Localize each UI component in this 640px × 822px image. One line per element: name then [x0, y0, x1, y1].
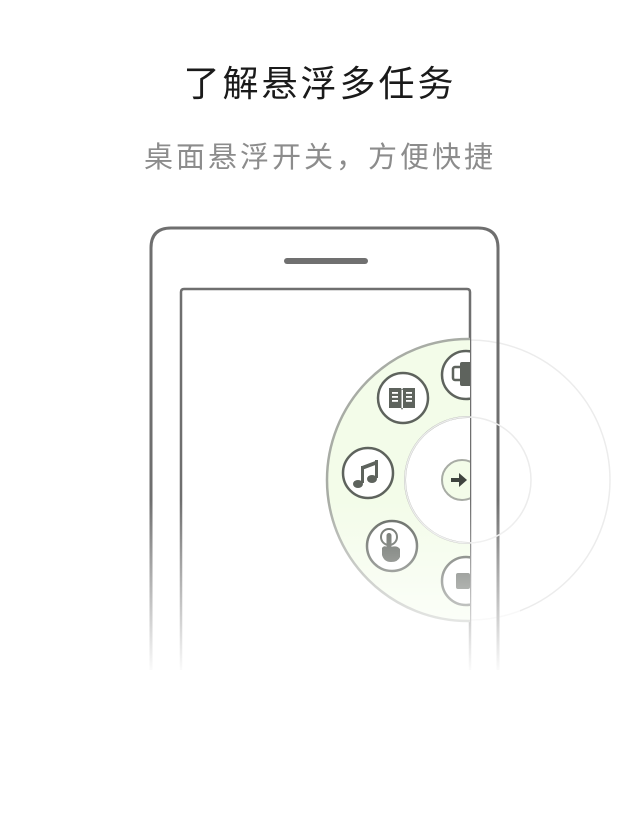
center-arrow-button[interactable] [441, 459, 482, 501]
puzzle-button[interactable] [440, 349, 490, 401]
bottom-fade [130, 500, 520, 675]
book-button[interactable] [376, 371, 430, 425]
music-button[interactable] [341, 446, 395, 500]
book-icon [389, 388, 415, 410]
phone-speaker [284, 258, 368, 264]
floating-menu-illustration [130, 226, 611, 675]
